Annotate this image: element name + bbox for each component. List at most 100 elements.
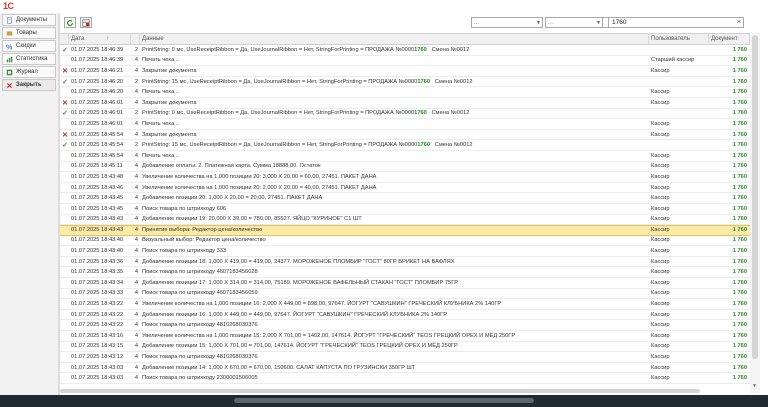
row-document: 1 760 (732, 110, 747, 117)
row-document: 1 760 (732, 120, 747, 127)
status-cell (60, 246, 69, 256)
row-user: Кассир (651, 195, 670, 202)
svg-text:%: % (6, 44, 13, 50)
row-user: Кассир (651, 120, 670, 127)
sidebar-item-5[interactable]: Закрыть (2, 79, 56, 91)
row-document: 1 760 (732, 237, 747, 244)
table-header: Дата ↑ Данные Пользователь Документ (60, 33, 750, 45)
row-document: 1 760 (732, 99, 747, 106)
header-doc[interactable]: Документ (709, 34, 750, 44)
row-level: 4 (134, 364, 139, 371)
table-row[interactable]: 01.07.2025 18:46:20 4 Печать чека... Кассир… (60, 87, 750, 98)
table-row[interactable]: 01.07.2025 18:43:40 4 Поиск товара по штри… (60, 246, 750, 257)
table-row[interactable]: 01.07.2025 18:43:48 4 Увеличение количеств… (60, 172, 750, 183)
status-cell (60, 352, 69, 362)
table-row[interactable]: ✕ 01.07.2025 18:45:54 4 Закрытие документа К… (60, 130, 750, 141)
table-row[interactable]: ✕ 01.07.2025 18:46:21 4 Закрытие документа К… (60, 66, 750, 77)
sidebar-item-0[interactable]: Документы (2, 14, 56, 26)
row-data-text: Добавление позиции 20: 1,000 X 20,00 = 2… (142, 195, 323, 202)
row-data: PrintString: 15 мс, UseReceiptRibbon = Д… (140, 77, 649, 87)
table-row[interactable]: 01.07.2025 18:43:36 4 Добавление позиции 1… (60, 257, 750, 268)
table-row[interactable]: ✕ 01.07.2025 18:46:01 4 Закрытие документа К… (60, 98, 750, 109)
table-row[interactable]: 01.07.2025 18:45:54 4 Печать чека... Кассир… (60, 151, 750, 162)
clear-search-icon[interactable]: × (737, 19, 741, 26)
chart-icon (6, 56, 13, 63)
table-row[interactable]: 01.07.2025 18:43:22 4 Поиск товара по штри… (60, 320, 750, 332)
row-user: Кассир (651, 279, 670, 286)
table-row[interactable]: 01.07.2025 18:43:33 4 Поиск товара по штри… (60, 289, 750, 300)
table-row[interactable]: 01.07.2025 18:43:03 4 Добавление позиции 1… (60, 363, 750, 374)
table-row[interactable]: ✓ 01.07.2025 18:46:20 2 PrintString: 15 мс,… (60, 77, 750, 88)
table-row[interactable]: 01.07.2025 18:43:34 4 Добавление позиции 1… (60, 278, 750, 289)
goods-icon (6, 30, 13, 37)
sidebar-item-3[interactable]: Статистика (2, 53, 56, 65)
row-level: 4 (134, 120, 139, 127)
table-row[interactable]: 01.07.2025 18:45:11 4 Добавление оплаты: 2… (60, 162, 750, 173)
table-row[interactable]: 01.07.2025 18:43:03 4 Поиск товара по штри… (60, 373, 750, 384)
row-data-text: PrintString: 15 мс, UseReceiptRibbon = Д… (142, 142, 418, 149)
row-user: Старший кассир (651, 57, 695, 64)
filter-select-2[interactable]: ... ▼ (545, 17, 603, 28)
filter-select-1[interactable]: ... ▼ (471, 17, 543, 28)
row-document: 1 760 (732, 67, 747, 74)
table-row[interactable]: 01.07.2025 18:43:15 4 Добавление позиции 1… (60, 342, 750, 353)
row-data-text: Добавление позиции 17: 1,000 X 314,00 = … (142, 279, 459, 286)
table-row[interactable]: ✓ 01.07.2025 18:45:54 2 PrintString: 15 мс,… (60, 140, 750, 151)
row-level: 4 (134, 131, 139, 138)
header-status (60, 34, 69, 44)
row-document: 1 760 (732, 57, 747, 64)
table-row[interactable]: 01.07.2025 18:43:40 4 Визуальный выбор: Ре… (60, 236, 750, 247)
refresh-button[interactable] (64, 17, 76, 28)
sidebar-item-2[interactable]: % Скидки (2, 40, 56, 52)
row-data: Визуальный выбор: Редактор цена/количест… (140, 236, 649, 246)
sidebar-item-1[interactable]: Товары (2, 27, 56, 39)
table-row[interactable]: 01.07.2025 18:43:35 4 Поиск товара по штри… (60, 267, 750, 279)
table-row[interactable]: 01.07.2025 18:43:43 4 Добавление позиции 1… (60, 215, 750, 226)
status-cell (60, 342, 69, 352)
table-row[interactable]: ✓ 01.07.2025 18:46:01 2 PrintString: 0 мс, … (60, 109, 750, 120)
main-panel: ... ▼ ... ▼ ... 1760 × Дата ↑ Данные Пол… (59, 13, 750, 395)
header-date[interactable]: Дата ↑ (69, 34, 131, 44)
row-data: PrintString: 0 мс, UseReceiptRibbon = Да… (140, 109, 649, 119)
horizontal-scrollbar-thumb[interactable] (60, 389, 700, 393)
horizontal-scrollbar[interactable] (60, 388, 750, 394)
scroll-down-icon[interactable]: ▼ (752, 383, 757, 389)
search-input[interactable]: 1760 × (608, 17, 744, 28)
row-data: Принятие выбора: Редактор цена/количеств… (140, 226, 649, 235)
row-date: 01.07.2025 18:43:33 (71, 290, 124, 297)
sidebar-item-4[interactable]: Журнал (2, 66, 56, 78)
table-row[interactable]: 01.07.2025 18:46:01 4 Печать чека... Кассир… (60, 119, 750, 130)
row-data-text: Печать чека... (142, 57, 179, 64)
table-row[interactable]: 01.07.2025 18:43:22 4 Увеличение количеств… (60, 299, 750, 310)
header-level (131, 34, 140, 44)
row-date: 01.07.2025 18:46:21 (71, 67, 124, 74)
row-level: 4 (134, 375, 139, 382)
table-row[interactable]: 01.07.2025 18:43:45 4 Поиск товара по штри… (60, 204, 750, 215)
row-level: 4 (134, 311, 139, 318)
row-date: 01.07.2025 18:43:03 (71, 375, 124, 382)
table-row[interactable]: 01.07.2025 18:43:43 4 Принятие выбора: Ред… (60, 225, 750, 236)
row-data: Закрытие документа (140, 130, 649, 140)
table-row[interactable]: 01.07.2025 18:43:46 4 Увеличение количеств… (60, 183, 750, 194)
vertical-scrollbar[interactable]: ▼ (750, 33, 760, 393)
table-row[interactable]: 01.07.2025 18:43:22 4 Добавление позиции 1… (60, 310, 750, 321)
settings-button[interactable] (80, 17, 92, 28)
row-data-text: Увеличение количества на 1,000 позиции 2… (142, 173, 377, 180)
row-data: Печать чека... (140, 56, 649, 66)
table-row[interactable]: ✓ 01.07.2025 18:46:39 2 PrintString: 0 мс, … (60, 45, 750, 56)
table-row[interactable]: 01.07.2025 18:43:12 4 Поиск товара по штри… (60, 352, 750, 363)
table-row[interactable]: 01.07.2025 18:43:45 4 Добавление позиции 2… (60, 193, 750, 204)
table-row[interactable]: 01.07.2025 18:46:39 4 Печать чека... Старши… (60, 56, 750, 67)
status-cell (60, 172, 69, 182)
sidebar-item-label: Документы (16, 17, 47, 23)
vertical-scrollbar-thumb[interactable] (752, 35, 758, 359)
row-data-text: Добавление позиции 14: 1,000 X 670,00 = … (142, 364, 416, 371)
row-level: 4 (134, 322, 139, 329)
row-document: 1 760 (732, 322, 747, 329)
table-row[interactable]: 01.07.2025 18:43:16 4 Увеличение количеств… (60, 331, 750, 342)
status-cell (60, 363, 69, 373)
header-data[interactable]: Данные (140, 34, 649, 44)
header-user[interactable]: Пользователь (649, 34, 709, 44)
success-check-icon: ✓ (62, 46, 68, 54)
log-table: Дата ↑ Данные Пользователь Документ ✓ 01.… (60, 33, 750, 384)
